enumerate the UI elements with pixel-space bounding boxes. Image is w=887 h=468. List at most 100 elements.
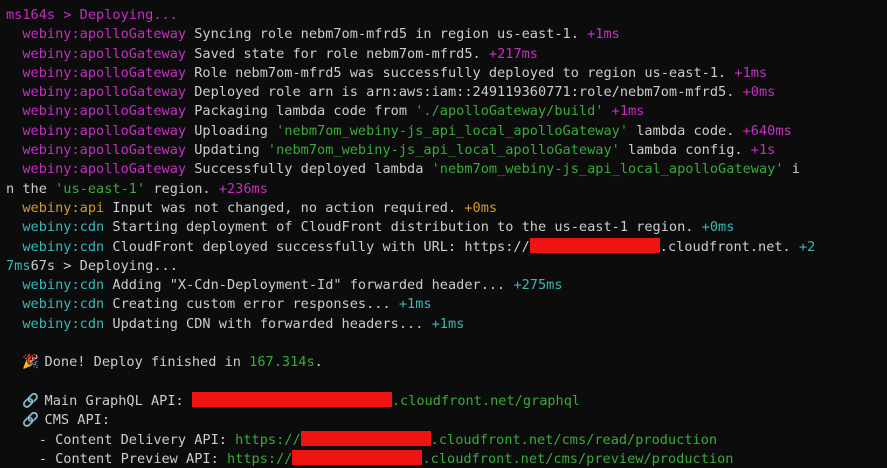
terminal-text: CloudFront deployed successfully with UR… — [104, 238, 530, 255]
terminal-text: Input was not changed, no action require… — [104, 199, 465, 216]
terminal-text: +0ms — [742, 84, 776, 101]
terminal-line: webiny:apolloGateway Packaging lambda co… — [6, 102, 887, 121]
terminal-text: Saved state for role nebm7om-mfrd5. — [186, 45, 489, 62]
terminal-text: https:// — [226, 450, 293, 467]
terminal-line: - Content Delivery API: https:// .cloudfr… — [6, 430, 887, 450]
terminal-text: n the — [6, 180, 56, 197]
terminal-text: webiny:apolloGateway — [22, 122, 187, 139]
terminal-text: +1ms — [398, 296, 432, 313]
terminal-text: lambda code. — [628, 122, 743, 139]
terminal-text: webiny:apolloGateway — [22, 142, 187, 159]
terminal-text: Creating custom error responses... — [104, 296, 399, 313]
link-icon: 🔗 — [22, 412, 40, 429]
terminal-text: region. — [145, 180, 219, 197]
terminal-line: webiny:apolloGateway Successfully deploy… — [6, 160, 887, 179]
terminal-text: webiny:apolloGateway — [22, 26, 187, 43]
terminal-line: 🔗 CMS API: — [6, 411, 887, 430]
terminal-text: Updating — [186, 142, 268, 159]
terminal-text: Successfully deployed lambda — [186, 161, 432, 178]
terminal-text: webiny:apolloGateway — [22, 161, 187, 178]
terminal-text: 'us-east-1' — [55, 180, 146, 197]
terminal-text: +275ms — [513, 277, 563, 294]
terminal-line: 7ms67s > Deploying... — [6, 257, 887, 276]
terminal-output[interactable]: ms164s > Deploying... webiny:apolloGatew… — [0, 0, 887, 468]
terminal-line: webiny:apolloGateway Role nebm7om-mfrd5 … — [6, 64, 887, 83]
terminal-text: webiny:cdn — [22, 296, 105, 313]
terminal-text: Updating CDN with forwarded headers... — [104, 315, 432, 332]
terminal-text: CMS API: — [36, 412, 111, 429]
party-popper-icon: 🎉 — [22, 354, 40, 371]
terminal-text: webiny:cdn — [22, 238, 105, 255]
link-icon: 🔗 — [22, 392, 40, 409]
terminal-text: webiny:apolloGateway — [22, 64, 187, 81]
terminal-text: Main GraphQL API: — [36, 392, 192, 409]
terminal-text: './apolloGateway/build' — [415, 103, 604, 120]
terminal-text: +1s — [750, 142, 776, 159]
terminal-line: webiny:cdn Adding "X-Cdn-Deployment-Id" … — [6, 276, 887, 295]
terminal-text: lambda config. — [619, 142, 751, 159]
terminal-text: +0ms — [701, 219, 735, 236]
terminal-text: 'nebm7om_webiny-js_api_local_apolloGatew… — [276, 122, 629, 139]
terminal-line: 🎉 Done! Deploy finished in 167.314s. — [6, 353, 887, 372]
redacted-block — [191, 391, 392, 407]
terminal-text: 'nebm7om_webiny-js_api_local_apolloGatew… — [431, 161, 784, 178]
terminal-text: +0ms — [464, 199, 498, 216]
terminal-line: webiny:api Input was not changed, no act… — [6, 199, 887, 218]
terminal-text: +1ms — [431, 315, 465, 332]
redacted-block — [300, 430, 431, 446]
terminal-text: +2 — [798, 238, 816, 255]
terminal-line: webiny:cdn Starting deployment of CloudF… — [6, 218, 887, 237]
terminal-text: Packaging lambda code from — [186, 103, 416, 120]
terminal-line: webiny:apolloGateway Syncing role nebm7o… — [6, 25, 887, 44]
terminal-text: .cloudfront.net/cms/preview/production — [422, 450, 734, 467]
terminal-line: webiny:apolloGateway Saved state for rol… — [6, 45, 887, 64]
terminal-text: webiny:apolloGateway — [22, 45, 187, 62]
terminal-text: ms164s > Deploying... — [6, 7, 178, 23]
terminal-text: - Content Preview API: — [6, 450, 227, 467]
terminal-text: webiny:api — [22, 199, 105, 216]
terminal-text: .cloudfront.net/graphql — [391, 392, 581, 409]
terminal-line: webiny:cdn CloudFront deployed successfu… — [6, 237, 887, 257]
terminal-text: webiny:cdn — [22, 219, 105, 236]
terminal-text: Done! Deploy finished in — [36, 354, 250, 371]
terminal-text: i — [783, 161, 800, 178]
terminal-text: +236ms — [218, 180, 268, 197]
terminal-line: webiny:apolloGateway Uploading 'nebm7om_… — [6, 122, 887, 141]
terminal-text: webiny:cdn — [22, 315, 105, 332]
terminal-text: . — [314, 354, 323, 371]
terminal-line: webiny:cdn Creating custom error respons… — [6, 295, 887, 314]
terminal-text: +217ms — [488, 45, 538, 62]
terminal-text: +1ms — [734, 64, 768, 81]
terminal-text: webiny:apolloGateway — [22, 103, 187, 120]
terminal-text: +640ms — [742, 122, 792, 139]
terminal-text: Adding "X-Cdn-Deployment-Id" forwarded h… — [104, 277, 514, 294]
terminal-text: Role nebm7om-mfrd5 was successfully depl… — [186, 64, 735, 81]
terminal-text: - Content Delivery API: — [6, 431, 236, 448]
terminal-text: Deployed role arn is arn:aws:iam::249119… — [186, 84, 743, 101]
terminal-line: webiny:cdn Updating CDN with forwarded h… — [6, 315, 887, 334]
terminal-line: - Content Preview API: https:// .cloudfro… — [6, 449, 887, 468]
terminal-text: .cloudfront.net/cms/read/production — [430, 431, 718, 448]
terminal-line: ms164s > Deploying... — [6, 6, 887, 25]
terminal-text: +1ms — [611, 103, 645, 120]
terminal-text: webiny:cdn — [22, 277, 105, 294]
